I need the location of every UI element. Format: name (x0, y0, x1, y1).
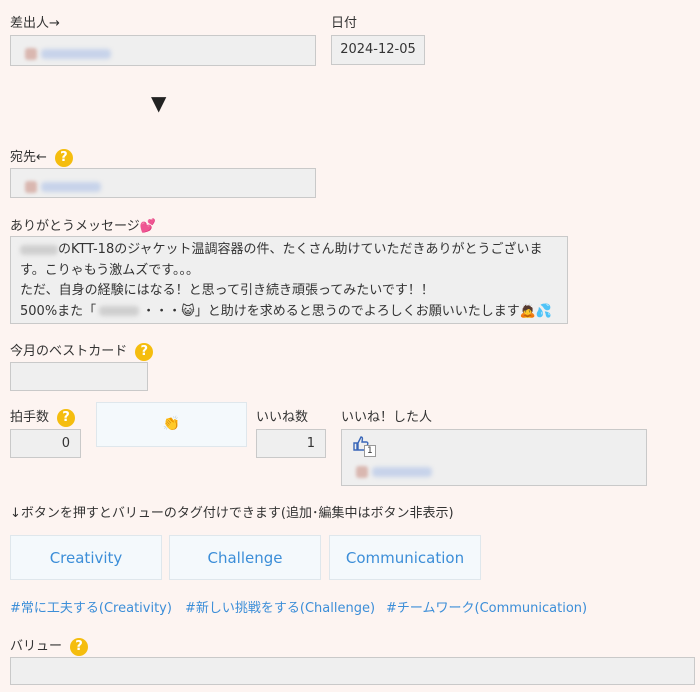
message-line-2: す。こりゃもう激ムズです。。。 (20, 262, 200, 278)
message-line-3: ただ、自身の経験にはなる！と思って引き続き頑張ってみたいです！！ (20, 283, 434, 298)
sender-label: 差出人→ (10, 16, 60, 31)
tag-challenge[interactable]: #新しい挑戦をする(Challenge) (185, 597, 375, 616)
best-card-label: 今月のベストカード? (10, 340, 154, 361)
thumbs-up-icon[interactable]: 1 (353, 436, 377, 458)
tag-communication[interactable]: #チームワーク(Communication) (386, 597, 587, 616)
sender-avatar (25, 47, 37, 60)
best-card-field[interactable] (10, 362, 148, 391)
likes-count-field: 1 (256, 429, 326, 458)
like-count-badge: 1 (364, 445, 376, 457)
sender-name-redacted (25, 46, 111, 61)
redacted-name (20, 244, 58, 255)
applause-label: 拍手数? (10, 406, 76, 427)
liked-by-label: いいね！した人 (341, 410, 433, 425)
sender-field[interactable] (10, 35, 316, 66)
recipient-avatar (25, 180, 37, 193)
date-field[interactable]: 2024-12-05 (331, 35, 425, 65)
recipient-name-redacted (25, 179, 101, 194)
recipient-label: 宛先←? (10, 146, 73, 167)
down-arrow-icon: ▼ (151, 91, 167, 115)
liker-avatar (356, 465, 368, 478)
challenge-button[interactable]: Challenge (169, 535, 321, 580)
applause-help-icon[interactable]: ? (57, 408, 76, 427)
creativity-button[interactable]: Creativity (10, 535, 162, 580)
communication-button[interactable]: Communication (329, 535, 481, 580)
clap-button[interactable]: 👏 (96, 402, 247, 447)
date-label: 日付 (331, 16, 358, 31)
message-line-1: のKTT-18のジャケット温調容器の件、たくさん助けていただきありがとうございま (20, 240, 558, 261)
recipient-help-icon[interactable]: ? (54, 148, 73, 167)
likes-label: いいね数 (256, 410, 309, 425)
applause-count-field: 0 (10, 429, 81, 458)
message-line-4: 500%また「 ・・・😺」と助けを求めると思うのでよろしくお願いいたします🙇💦 (20, 303, 553, 319)
clap-icon: 👏 (162, 416, 181, 432)
values-label: バリュー? (10, 635, 89, 656)
values-field[interactable] (10, 657, 695, 685)
best-card-help-icon[interactable]: ? (135, 342, 154, 361)
recipient-field[interactable] (10, 168, 316, 198)
liker-name-redacted (356, 464, 432, 479)
message-label: ありがとうメッセージ💕 (10, 219, 156, 234)
values-help-icon[interactable]: ? (70, 637, 89, 656)
message-field[interactable]: のKTT-18のジャケット温調容器の件、たくさん助けていただきありがとうございま… (10, 236, 568, 324)
tag-creativity[interactable]: #常に工夫する(Creativity) (10, 597, 172, 616)
liked-by-field: 1 (341, 429, 647, 486)
value-tag-hint: ↓ボタンを押すとバリューのタグ付けできます(追加･編集中はボタン非表示) (10, 506, 454, 521)
redacted-name (99, 306, 140, 316)
